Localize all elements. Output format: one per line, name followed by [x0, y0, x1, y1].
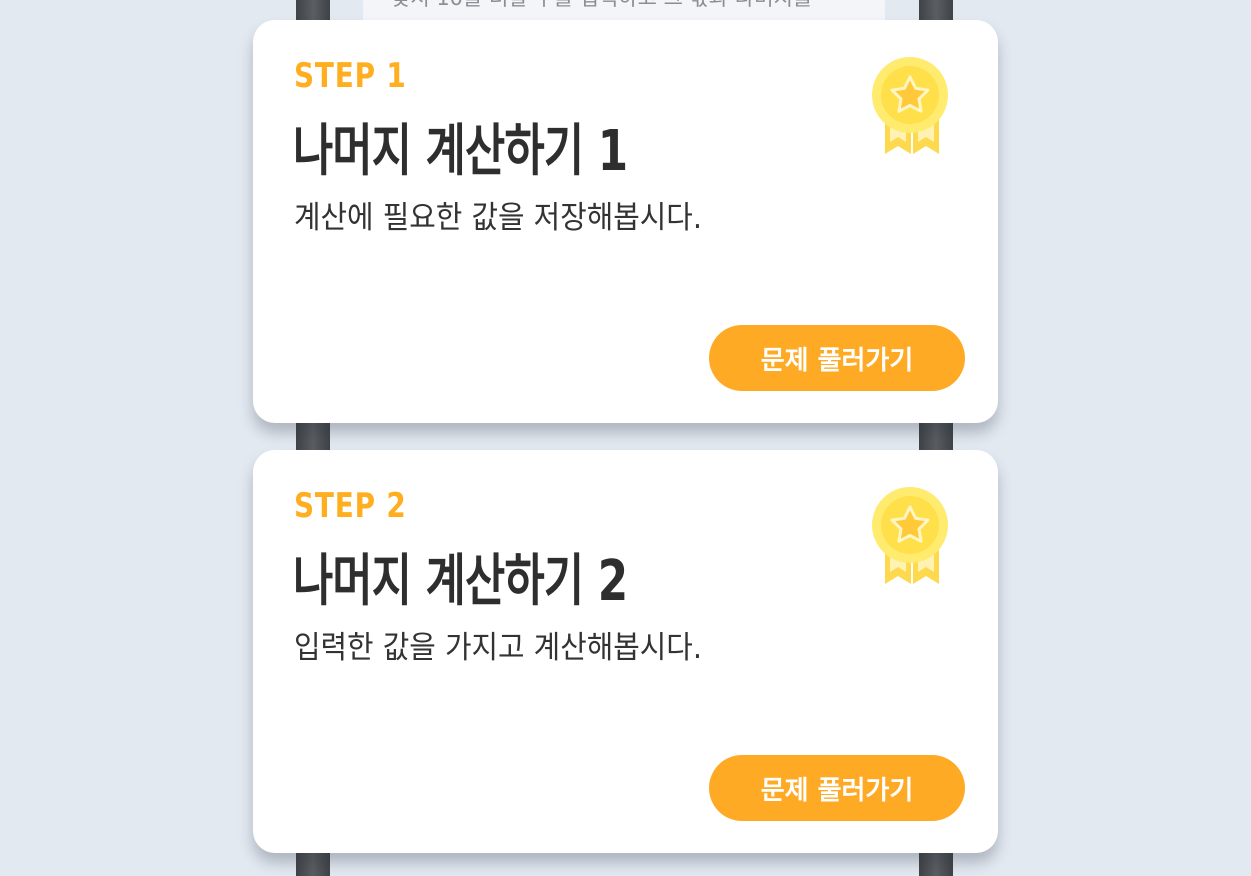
medal-star-icon: [872, 57, 948, 154]
step-description: 입력한 값을 가지고 계산해봅시다.: [294, 630, 702, 666]
step-card-1: STEP 1 나머지 계산하기 1 계산에 필요한 값을 저장해봅시다. 문제 …: [253, 20, 998, 423]
previous-card-text: 맞서 10을 더할 수를 입력하고 그 몫과 나머지를: [391, 0, 812, 12]
medal-star-icon: [872, 487, 948, 584]
solve-problem-button[interactable]: 문제 풀러가기: [709, 325, 965, 391]
step-card-2: STEP 2 나머지 계산하기 2 입력한 값을 가지고 계산해봅시다. 문제 …: [253, 450, 998, 853]
step-label: STEP 1: [294, 56, 407, 96]
step-title: 나머지 계산하기 1: [293, 119, 628, 184]
previous-card-fragment: 맞서 10을 더할 수를 입력하고 그 몫과 나머지를: [363, 0, 885, 20]
step-title: 나머지 계산하기 2: [293, 549, 628, 614]
solve-problem-button[interactable]: 문제 풀러가기: [709, 755, 965, 821]
step-description: 계산에 필요한 값을 저장해봅시다.: [294, 200, 702, 236]
step-label: STEP 2: [294, 486, 407, 526]
